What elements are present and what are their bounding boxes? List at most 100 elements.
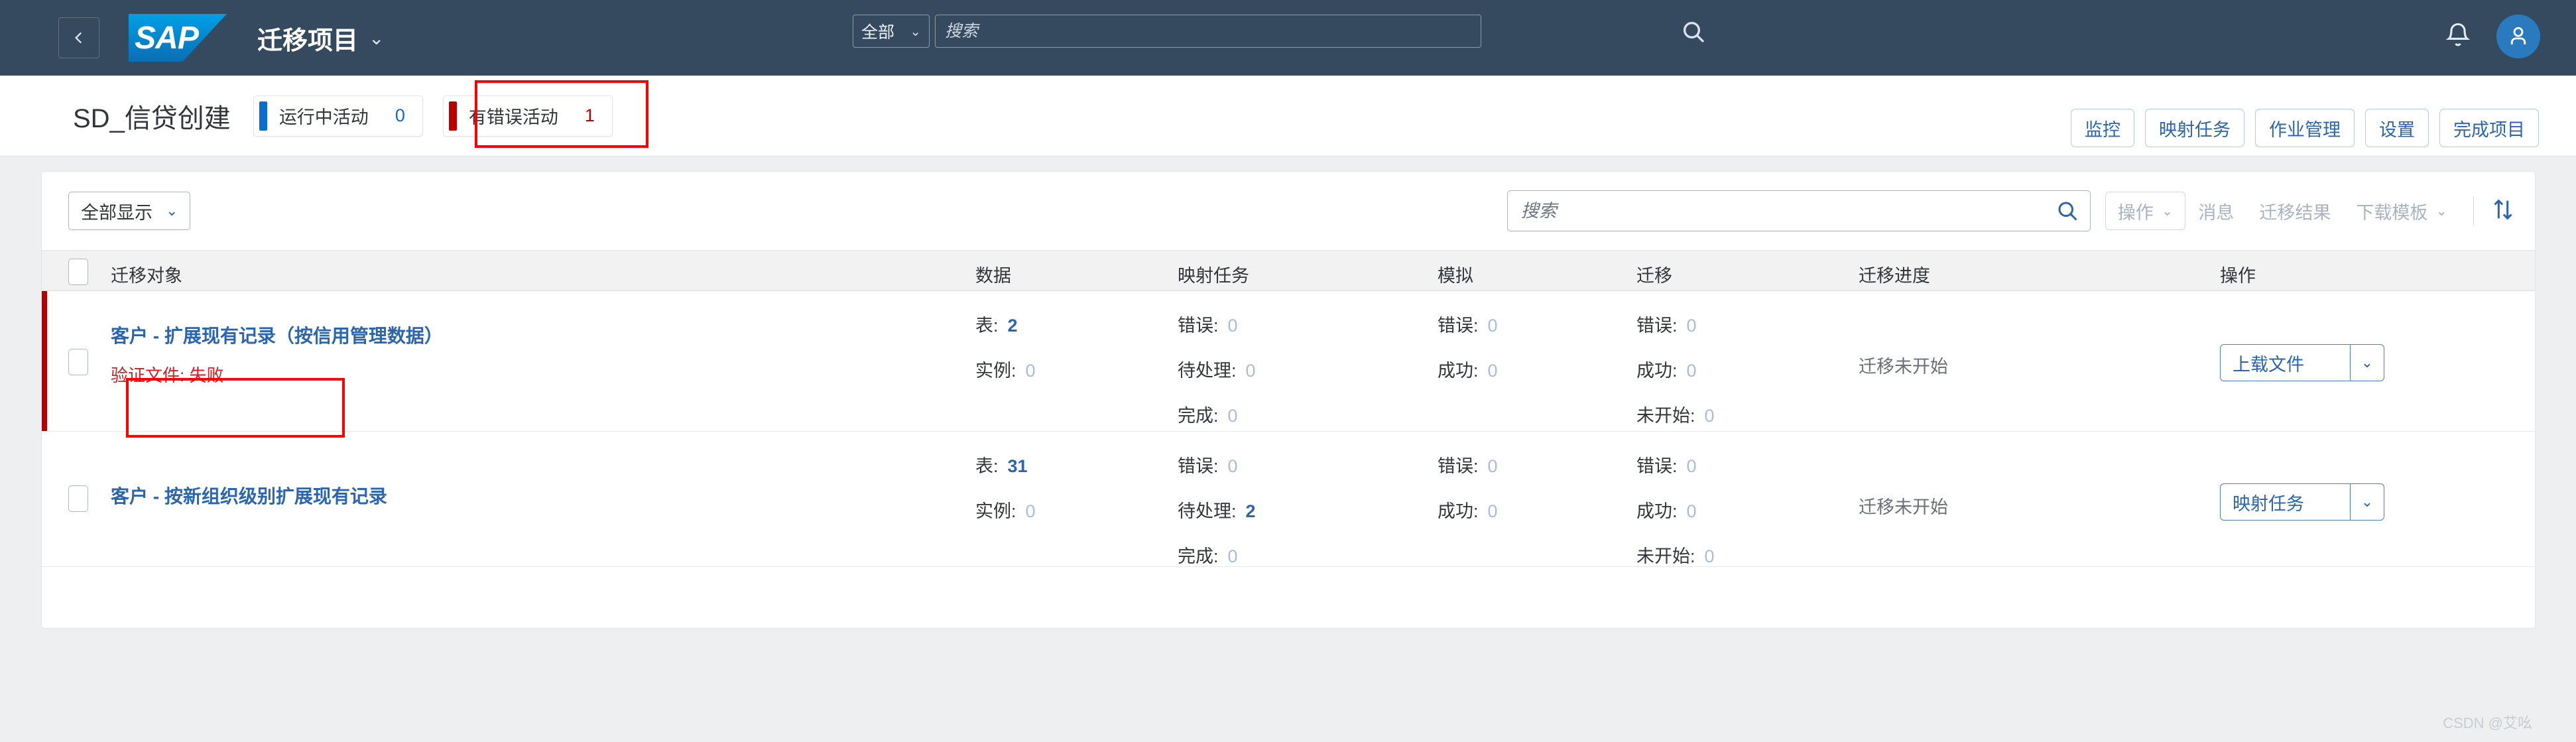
table-row[interactable]: 客户 - 扩展现有记录（按信用管理数据） 验证文件: 失败 表: 2 实例: 0 错…: [42, 291, 2535, 432]
row-status-indicator: [42, 291, 47, 431]
kpi-running-activities[interactable]: 运行中活动 0: [253, 95, 423, 137]
mapping-error-value[interactable]: 0: [1228, 316, 1238, 336]
simulation-error-label: 错误:: [1438, 456, 1479, 476]
search-scope-select[interactable]: 全部 ⌄: [853, 15, 930, 48]
column-header-migration[interactable]: 迁移: [1636, 261, 1672, 287]
data-instances-value[interactable]: 0: [1026, 361, 1036, 381]
migration-success-label: 成功:: [1636, 501, 1678, 521]
simulation-success-label: 成功:: [1438, 501, 1479, 521]
view-filter-label: 全部显示: [81, 202, 153, 223]
migration-error-value[interactable]: 0: [1687, 316, 1697, 336]
simulation-success-value[interactable]: 0: [1488, 501, 1498, 521]
chevron-down-icon[interactable]: ⌄: [2350, 344, 2384, 381]
column-header-action[interactable]: 操作: [2220, 261, 2256, 287]
mapping-done: 完成: 0: [1178, 401, 1238, 427]
table-search[interactable]: [1506, 190, 2091, 231]
simulation-error-label: 错误:: [1438, 316, 1479, 336]
mapping-done-value[interactable]: 0: [1228, 406, 1238, 426]
migration-notstarted-value[interactable]: 0: [1705, 406, 1715, 426]
simulation-success: 成功: 0: [1438, 497, 1498, 523]
mapping-pending-value[interactable]: 2: [1246, 501, 1256, 521]
simulation-error-value[interactable]: 0: [1488, 316, 1498, 336]
table-toolbar: 全部显示 ⌄ 操作 ⌄: [42, 172, 2535, 250]
mapping-done: 完成: 0: [1178, 542, 1238, 568]
column-header-simulation[interactable]: 模拟: [1438, 261, 1473, 287]
data-tables-label: 表:: [975, 316, 999, 336]
migration-success: 成功: 0: [1636, 497, 1697, 523]
data-instances-value[interactable]: 0: [1026, 501, 1036, 521]
column-header-mapping[interactable]: 映射任务: [1178, 261, 1249, 287]
row-action-upload-file[interactable]: 上载文件 ⌄: [2220, 344, 2384, 381]
kpi-status-bar: [259, 101, 267, 131]
migration-progress-text: 迁移未开始: [1859, 357, 1948, 377]
kpi-row: 运行中活动 0 有错误活动 1: [253, 95, 613, 137]
complete-project-button[interactable]: 完成项目: [2439, 109, 2539, 147]
messages-button[interactable]: 消息: [2185, 192, 2246, 230]
search-button[interactable]: [2055, 199, 2079, 223]
chevron-left-icon: [74, 32, 82, 44]
settings-button[interactable]: 设置: [2365, 109, 2429, 147]
data-tables-value[interactable]: 31: [1008, 456, 1028, 476]
simulation-error: 错误: 0: [1438, 311, 1498, 337]
migration-results-button[interactable]: 迁移结果: [2246, 192, 2343, 230]
header-search-button[interactable]: [1680, 19, 1707, 45]
data-instances-label: 实例:: [975, 361, 1016, 381]
simulation-success-label: 成功:: [1438, 361, 1479, 381]
migration-error-label: 错误:: [1636, 316, 1678, 336]
row-checkbox[interactable]: [68, 485, 88, 512]
migration-success-value[interactable]: 0: [1687, 361, 1697, 381]
data-tables-label: 表:: [975, 456, 999, 476]
select-all-checkbox[interactable]: [68, 259, 88, 285]
shell-header: SAP 迁移项目 ⌄ 全部 ⌄: [0, 0, 2576, 76]
operations-label: 操作: [2117, 202, 2154, 223]
download-template-button[interactable]: 下载模板 ⌄: [2343, 192, 2460, 230]
bell-icon: [2445, 23, 2471, 46]
migration-error: 错误: 0: [1636, 452, 1697, 477]
mapping-tasks-button[interactable]: 映射任务: [2145, 109, 2244, 147]
migration-success-value[interactable]: 0: [1687, 501, 1697, 521]
migration-notstarted-value[interactable]: 0: [1705, 546, 1715, 566]
job-management-button[interactable]: 作业管理: [2255, 109, 2355, 147]
kpi-label: 运行中活动: [278, 107, 369, 127]
kpi-error-activities[interactable]: 有错误活动 1: [442, 95, 613, 137]
mapping-done-value[interactable]: 0: [1228, 546, 1238, 566]
column-header-object[interactable]: 迁移对象: [111, 261, 182, 287]
monitor-button[interactable]: 监控: [2071, 109, 2134, 147]
column-header-data[interactable]: 数据: [975, 261, 1011, 287]
app-title[interactable]: 迁移项目 ⌄: [257, 20, 384, 56]
back-button[interactable]: [58, 17, 99, 58]
migration-success-label: 成功:: [1636, 361, 1678, 381]
column-header-progress[interactable]: 迁移进度: [1859, 261, 1930, 287]
migration-object-link[interactable]: 客户 - 按新组织级别扩展现有记录: [111, 482, 387, 509]
table-row[interactable]: 客户 - 按新组织级别扩展现有记录 表: 31 实例: 0 错误: 0 待处理: 2 完…: [42, 432, 2535, 567]
simulation-error-value[interactable]: 0: [1488, 456, 1498, 476]
header-search-input[interactable]: [935, 15, 1481, 48]
search-input[interactable]: [1520, 200, 2055, 221]
view-filter-select[interactable]: 全部显示 ⌄: [68, 192, 191, 230]
page-actions: 监控 映射任务 作业管理 设置 完成项目: [2071, 109, 2539, 147]
row-action-mapping-tasks[interactable]: 映射任务 ⌄: [2220, 483, 2384, 521]
mapping-pending-value[interactable]: 0: [1246, 361, 1256, 381]
chevron-down-icon[interactable]: ⌄: [2350, 483, 2384, 521]
mapping-error: 错误: 0: [1178, 311, 1238, 337]
avatar[interactable]: [2496, 15, 2540, 58]
migration-error-value[interactable]: 0: [1687, 456, 1697, 476]
notifications-button[interactable]: [2443, 21, 2473, 52]
page-title-bar: SD_信贷创建 运行中活动 0 有错误活动 1 监控 映射任务 作业管理 设置 …: [0, 76, 2576, 156]
migration-error: 错误: 0: [1636, 311, 1697, 337]
data-instances: 实例: 0: [975, 497, 1036, 523]
watermark: CSDN @艾吆: [2443, 715, 2532, 731]
download-template-label: 下载模板: [2356, 202, 2428, 223]
data-tables-value[interactable]: 2: [1008, 316, 1018, 336]
toolbar-right: 操作 ⌄ 消息 迁移结果 下载模板 ⌄: [1506, 190, 2516, 231]
row-checkbox[interactable]: [68, 349, 88, 375]
mapping-done-label: 完成:: [1178, 546, 1219, 566]
mapping-pending: 待处理: 2: [1178, 497, 1256, 523]
mapping-error-value[interactable]: 0: [1228, 456, 1238, 476]
row-action-label[interactable]: 上载文件: [2220, 344, 2350, 381]
sort-button[interactable]: [2490, 196, 2516, 225]
operations-button[interactable]: 操作 ⌄: [2105, 192, 2186, 230]
simulation-success-value[interactable]: 0: [1488, 361, 1498, 381]
row-action-label[interactable]: 映射任务: [2220, 483, 2350, 521]
migration-object-link[interactable]: 客户 - 扩展现有记录（按信用管理数据）: [111, 322, 443, 348]
